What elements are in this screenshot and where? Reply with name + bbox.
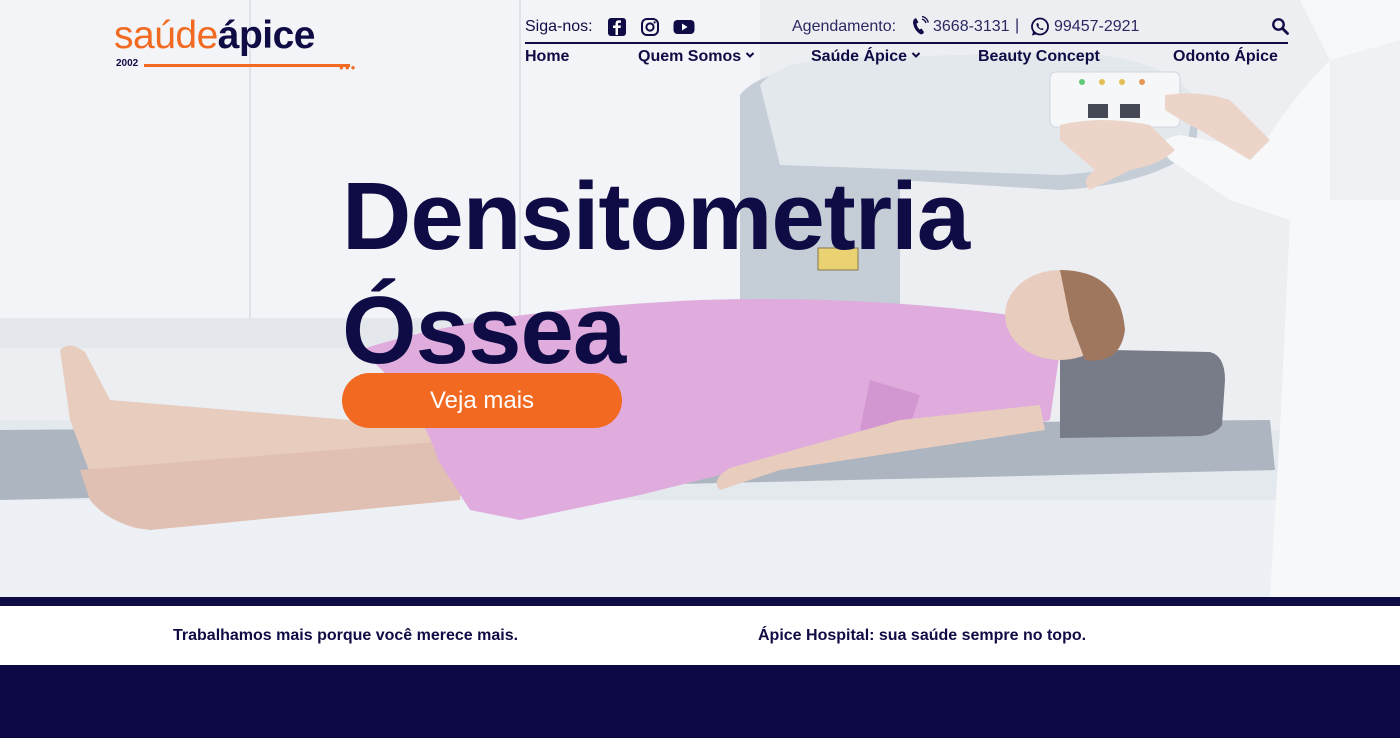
nav-label-odonto-apice: Odonto Ápice	[1173, 48, 1278, 65]
tagline-right: Ápice Hospital: sua saúde sempre no topo…	[758, 627, 1087, 644]
tagline-bar: Trabalhamos mais porque você merece mais…	[0, 606, 1400, 665]
hero-title-line1: Densitometria	[342, 163, 970, 270]
youtube-icon[interactable]	[673, 17, 695, 37]
instagram-icon[interactable]	[640, 17, 660, 37]
nav-item-quem-somos[interactable]: Quem Somos	[638, 48, 755, 66]
veja-mais-button[interactable]: Veja mais	[342, 373, 622, 428]
hero-title-line2: Óssea	[342, 277, 626, 384]
site-logo[interactable]: saúdeápice 2002 ●●●	[114, 14, 357, 72]
contact-separator: |	[1015, 17, 1020, 34]
chevron-down-icon	[745, 52, 755, 58]
chevron-down-icon	[911, 52, 921, 58]
logo-part-saude: saúde	[114, 14, 218, 57]
nav-item-odonto-apice[interactable]: Odonto Ápice	[1173, 48, 1278, 66]
nav-label-home: Home	[525, 48, 570, 65]
nav-label-saude-apice: Saúde Ápice	[811, 48, 908, 65]
hero-bottom-stripe	[0, 597, 1400, 606]
hero-title: Densitometria Óssea	[342, 160, 970, 388]
logo-underline	[144, 64, 350, 67]
logo-part-apice: ápice	[217, 14, 316, 57]
main-nav: Home Quem Somos Saúde Ápice Beauty Conce…	[525, 48, 1288, 70]
phone-icon	[913, 16, 929, 35]
facebook-icon[interactable]	[607, 17, 627, 37]
schedule-label: Agendamento:	[792, 18, 897, 35]
nav-label-beauty-concept: Beauty Concept	[978, 48, 1100, 65]
phone-number[interactable]: 3668-3131	[933, 18, 1010, 36]
nav-item-beauty-concept[interactable]: Beauty Concept	[978, 48, 1100, 66]
search-icon[interactable]	[1271, 17, 1289, 35]
logo-wordmark: saúdeápice	[114, 14, 316, 58]
hero-banner: saúdeápice 2002 ●●● Siga-nos: Agendament…	[0, 0, 1400, 597]
logo-dots: ●●●	[339, 63, 357, 72]
whatsapp-icon	[1031, 17, 1049, 36]
tagline-left: Trabalhamos mais porque você merece mais…	[173, 627, 519, 644]
follow-label: Siga-nos:	[525, 18, 593, 35]
nav-label-quem-somos: Quem Somos	[638, 48, 742, 65]
whatsapp-number[interactable]: 99457-2921	[1054, 18, 1139, 36]
top-info-bar: Siga-nos: Agendamento: 3668-3131 | 99457…	[525, 14, 1289, 44]
nav-item-saude-apice[interactable]: Saúde Ápice	[811, 48, 921, 66]
next-section	[0, 665, 1400, 738]
logo-year: 2002	[116, 58, 139, 69]
nav-item-home[interactable]: Home	[525, 48, 569, 66]
